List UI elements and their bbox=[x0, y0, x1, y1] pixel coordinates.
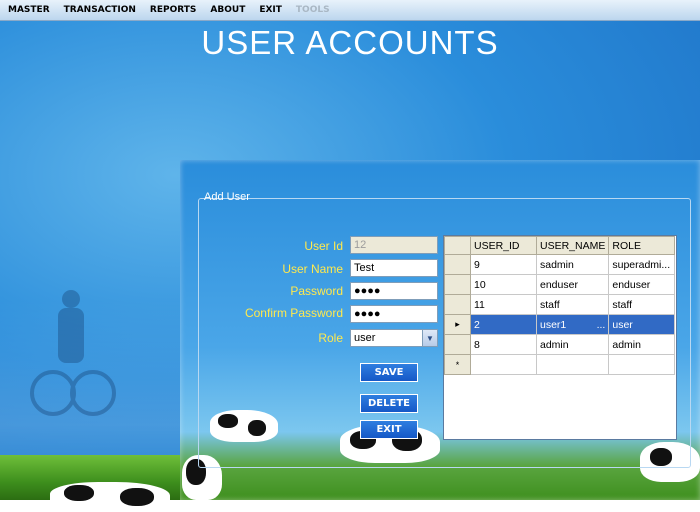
cell-role[interactable]: enduser bbox=[608, 274, 676, 295]
cell-user-id[interactable]: 2 bbox=[470, 314, 537, 335]
user-id-label: User Id bbox=[304, 239, 343, 253]
cell-ellipsis-button[interactable]: ... bbox=[597, 319, 606, 331]
role-selected-value: user bbox=[354, 332, 376, 344]
save-button[interactable]: SAVE bbox=[360, 363, 418, 382]
cow-illustration bbox=[50, 482, 170, 512]
column-header-user-id[interactable]: USER_ID bbox=[470, 236, 537, 255]
table-row[interactable]: 8 admin admin bbox=[444, 334, 676, 355]
user-name-label: User Name bbox=[282, 262, 343, 276]
page-title: USER ACCOUNTS bbox=[201, 24, 499, 61]
cell-user-id[interactable]: 9 bbox=[470, 254, 537, 275]
cell-user-id[interactable]: 10 bbox=[470, 274, 537, 295]
password-field[interactable]: ●●●● bbox=[350, 282, 438, 300]
table-row-new[interactable]: * bbox=[444, 354, 676, 375]
cell-role[interactable]: staff bbox=[608, 294, 676, 315]
cell-user-name[interactable]: enduser bbox=[535, 274, 610, 295]
row-header[interactable] bbox=[444, 334, 471, 355]
cell-user-name[interactable]: user1 ... bbox=[535, 314, 610, 335]
cell-user-name[interactable] bbox=[535, 354, 610, 375]
password-label: Password bbox=[290, 284, 343, 298]
confirm-password-field[interactable]: ●●●● bbox=[350, 305, 438, 323]
menu-bar: MASTER TRANSACTION REPORTS ABOUT EXIT TO… bbox=[0, 0, 700, 21]
cell-role[interactable]: user bbox=[608, 314, 676, 335]
menu-exit[interactable]: EXIT bbox=[253, 5, 288, 15]
current-row-indicator-icon[interactable]: ▸ bbox=[444, 314, 471, 335]
table-row[interactable]: 10 enduser enduser bbox=[444, 274, 676, 295]
cell-role[interactable]: admin bbox=[608, 334, 676, 355]
column-header-role[interactable]: ROLE bbox=[608, 236, 676, 255]
row-header-corner bbox=[444, 236, 471, 255]
menu-master[interactable]: MASTER bbox=[2, 5, 56, 15]
delete-button[interactable]: DELETE bbox=[360, 394, 418, 413]
groupbox-title: Add User bbox=[204, 191, 250, 203]
exit-button[interactable]: EXIT bbox=[360, 420, 418, 439]
cell-user-name[interactable]: staff bbox=[535, 294, 610, 315]
cyclist-illustration bbox=[30, 290, 116, 430]
new-row-indicator-icon[interactable]: * bbox=[444, 354, 471, 375]
confirm-password-label: Confirm Password bbox=[244, 306, 343, 320]
role-label: Role bbox=[318, 331, 343, 345]
user-id-field: 12 bbox=[350, 236, 438, 254]
users-table: USER_ID USER_NAME ROLE 9 sadmin superadm… bbox=[444, 236, 676, 375]
row-header[interactable] bbox=[444, 294, 471, 315]
user-name-field[interactable]: Test bbox=[350, 259, 438, 277]
menu-reports[interactable]: REPORTS bbox=[144, 5, 202, 15]
table-row-selected[interactable]: ▸ 2 user1 ... user bbox=[444, 314, 676, 335]
cell-user-id[interactable] bbox=[470, 354, 537, 375]
grid-header-row: USER_ID USER_NAME ROLE bbox=[444, 236, 676, 255]
cell-user-name[interactable]: sadmin bbox=[535, 254, 610, 275]
column-header-user-name[interactable]: USER_NAME bbox=[535, 236, 610, 255]
row-header[interactable] bbox=[444, 254, 471, 275]
chevron-down-icon[interactable]: ▼ bbox=[422, 330, 437, 346]
row-header[interactable] bbox=[444, 274, 471, 295]
table-row[interactable]: 11 staff staff bbox=[444, 294, 676, 315]
cell-role[interactable]: superadmi... bbox=[608, 254, 676, 275]
menu-tools: TOOLS bbox=[295, 5, 330, 15]
cell-user-id[interactable]: 11 bbox=[470, 294, 537, 315]
cell-role[interactable] bbox=[608, 354, 676, 375]
cell-user-name-text: user1 bbox=[540, 318, 567, 331]
menu-transaction[interactable]: TRANSACTION bbox=[58, 5, 142, 15]
users-grid[interactable]: USER_ID USER_NAME ROLE 9 sadmin superadm… bbox=[443, 235, 677, 440]
menu-about[interactable]: ABOUT bbox=[204, 5, 251, 15]
cell-user-name[interactable]: admin bbox=[535, 334, 610, 355]
cell-user-id[interactable]: 8 bbox=[470, 334, 537, 355]
table-row[interactable]: 9 sadmin superadmi... bbox=[444, 254, 676, 275]
role-select[interactable]: user ▼ bbox=[350, 329, 438, 347]
